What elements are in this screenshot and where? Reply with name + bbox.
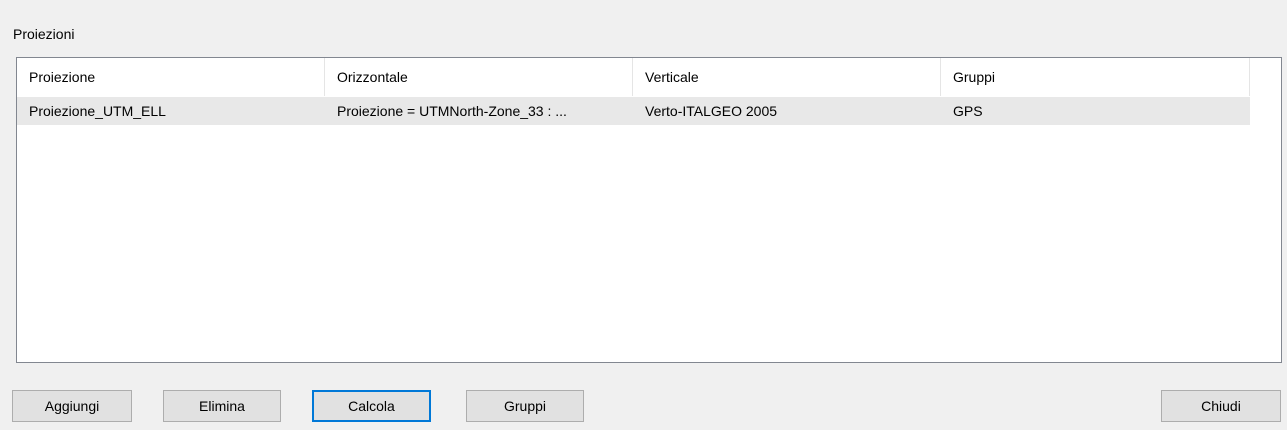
calcola-button[interactable]: Calcola [312, 390, 431, 422]
column-header-proiezione[interactable]: Proiezione [17, 58, 325, 96]
proiezioni-list[interactable]: Proiezione Orizzontale Verticale Gruppi … [16, 57, 1282, 363]
column-header-orizzontale[interactable]: Orizzontale [325, 58, 633, 96]
cell-verticale: Verto-ITALGEO 2005 [645, 103, 778, 119]
cell-orizzontale: Proiezione = UTMNorth-Zone_33 : ... [337, 103, 567, 119]
cell-proiezione: Proiezione_UTM_ELL [29, 103, 166, 119]
cell-gruppi: GPS [953, 103, 983, 119]
gruppi-button[interactable]: Gruppi [466, 390, 584, 422]
elimina-button[interactable]: Elimina [163, 390, 281, 422]
column-header-verticale[interactable]: Verticale [633, 58, 941, 96]
chiudi-button[interactable]: Chiudi [1161, 390, 1281, 422]
aggiungi-button[interactable]: Aggiungi [12, 390, 132, 422]
table-row[interactable]: Proiezione_UTM_ELL Proiezione = UTMNorth… [17, 97, 1250, 125]
column-header-gruppi[interactable]: Gruppi [941, 58, 1250, 96]
proiezioni-section-label: Proiezioni [13, 26, 75, 42]
list-header: Proiezione Orizzontale Verticale Gruppi [17, 58, 1250, 96]
